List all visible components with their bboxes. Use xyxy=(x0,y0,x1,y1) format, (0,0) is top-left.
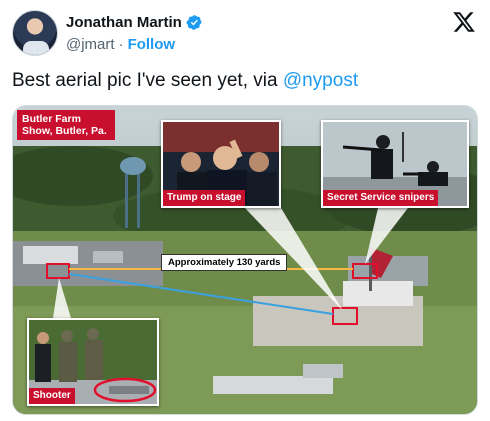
mention-link[interactable]: @nypost xyxy=(283,70,358,91)
inset-shooter: Shooter xyxy=(27,318,159,406)
inset-shooter-label: Shooter xyxy=(29,388,75,404)
handle[interactable]: @jmart xyxy=(66,36,115,53)
tweet-media[interactable]: Butler Farm Show, Butler, Pa. Trump on s… xyxy=(12,105,478,415)
venue-label: Butler Farm Show, Butler, Pa. xyxy=(17,110,115,140)
tweet-text: Best aerial pic I've seen yet, via @nypo… xyxy=(12,70,358,92)
verified-badge-icon xyxy=(186,15,202,30)
inset-stage: Trump on stage xyxy=(161,120,281,208)
separator: · xyxy=(118,36,124,53)
inset-snipers: Secret Service snipers xyxy=(321,120,469,208)
tweet-body: Best aerial pic I've seen yet, via xyxy=(12,70,283,91)
display-name[interactable]: Jonathan Martin xyxy=(66,14,182,31)
inset-snipers-label: Secret Service snipers xyxy=(323,190,439,206)
tweet-card: Jonathan Martin @jmart · Follow Best aer… xyxy=(0,0,490,421)
author-name-row: Jonathan Martin xyxy=(66,14,203,31)
distance-label: Approximately 130 yards xyxy=(161,254,288,271)
x-logo-icon[interactable] xyxy=(452,10,476,34)
handle-row: @jmart · Follow xyxy=(66,36,175,53)
avatar[interactable] xyxy=(12,10,58,56)
follow-button[interactable]: Follow xyxy=(128,36,176,53)
inset-stage-label: Trump on stage xyxy=(163,190,246,206)
